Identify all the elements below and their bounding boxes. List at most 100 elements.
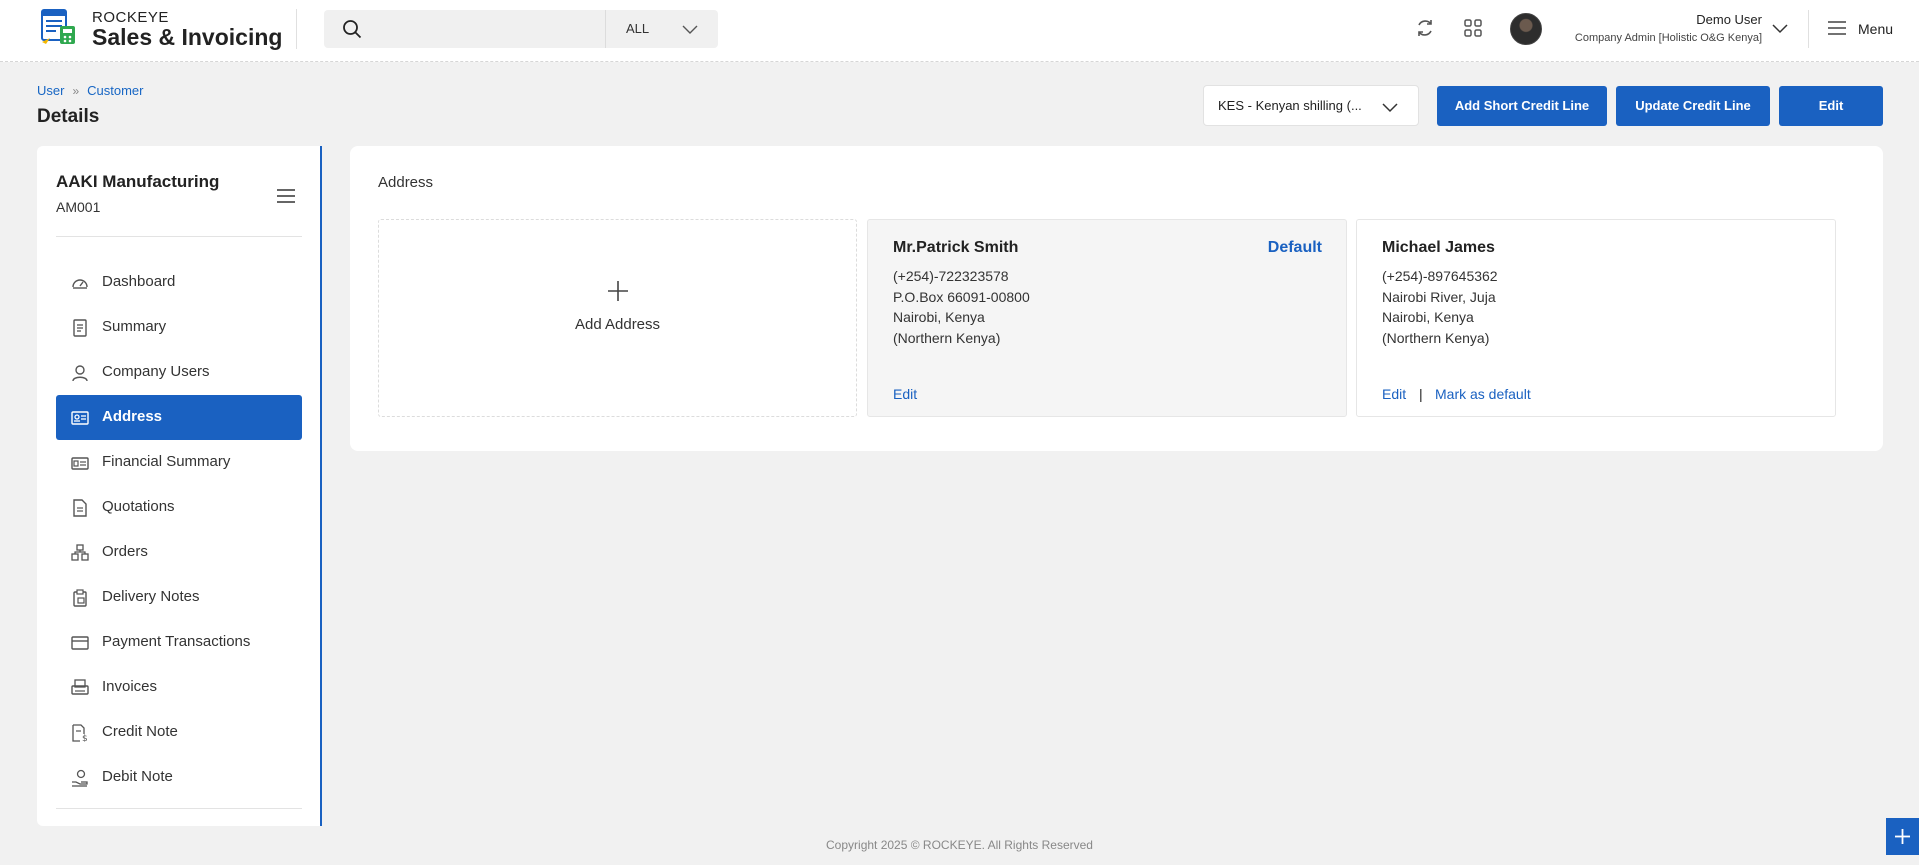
user-icon bbox=[72, 365, 88, 382]
hamburger-icon bbox=[1828, 21, 1846, 35]
hamburger-icon[interactable] bbox=[277, 188, 295, 204]
user-role: Company Admin [Holistic O&G Kenya] bbox=[1574, 32, 1762, 44]
brand: ROCKEYE Sales & Invoicing bbox=[92, 9, 282, 51]
sidebar-item-dashboard[interactable]: Dashboard bbox=[56, 260, 302, 305]
plus-icon bbox=[1895, 829, 1910, 844]
customer-code: AM001 bbox=[56, 199, 101, 215]
sidebar-item-debit-note[interactable]: Debit Note bbox=[56, 755, 302, 800]
address-phone: (+254)-897645362 bbox=[1382, 268, 1498, 284]
add-short-credit-line-button[interactable]: Add Short Credit Line bbox=[1437, 86, 1607, 126]
default-badge: Default bbox=[1267, 239, 1322, 256]
financial-icon bbox=[71, 457, 89, 470]
top-header: ROCKEYE Sales & Invoicing ALL Demo User … bbox=[0, 0, 1919, 62]
address-line: P.O.Box 66091-00800 bbox=[893, 289, 1030, 305]
breadcrumb-customer[interactable]: Customer bbox=[87, 83, 143, 98]
edit-address-link[interactable]: Edit bbox=[893, 386, 917, 402]
mark-as-default-link[interactable]: Mark as default bbox=[1435, 386, 1531, 402]
sidebar-item-label: Financial Summary bbox=[102, 453, 231, 470]
footer-copyright: Copyright 2025 © ROCKEYE. All Rights Res… bbox=[826, 838, 1093, 852]
address-card: Michael James (+254)-897645362 Nairobi R… bbox=[1356, 219, 1836, 417]
header-divider bbox=[1808, 10, 1809, 48]
sidebar-item-label: Summary bbox=[102, 318, 167, 335]
sidebar-item-address[interactable]: Address bbox=[56, 395, 302, 440]
invoice-icon bbox=[71, 679, 89, 695]
plus-icon bbox=[608, 281, 628, 301]
address-region: (Northern Kenya) bbox=[893, 330, 1001, 346]
sidebar-divider bbox=[56, 236, 302, 237]
address-region: (Northern Kenya) bbox=[1382, 330, 1490, 346]
sidebar-item-label: Payment Transactions bbox=[102, 633, 251, 650]
update-credit-line-button[interactable]: Update Credit Line bbox=[1616, 86, 1770, 126]
chevron-down-icon[interactable] bbox=[1772, 21, 1788, 35]
svg-text:$: $ bbox=[82, 734, 88, 742]
sidebar-item-financial-summary[interactable]: Financial Summary bbox=[56, 440, 302, 485]
refresh-icon[interactable] bbox=[1414, 17, 1436, 39]
section-title: Address bbox=[378, 174, 434, 191]
sidebar-nav: Dashboard Summary Company Users Address … bbox=[56, 260, 302, 800]
address-panel: Address Add Address Mr.Patrick Smith Def… bbox=[350, 146, 1883, 451]
sidebar-item-summary[interactable]: Summary bbox=[56, 305, 302, 350]
address-contact-name: Mr.Patrick Smith bbox=[893, 239, 1019, 256]
credit-note-icon: $ bbox=[72, 724, 88, 742]
quotation-icon bbox=[73, 499, 87, 517]
link-separator: | bbox=[1419, 386, 1423, 402]
sidebar-item-invoices[interactable]: Invoices bbox=[56, 665, 302, 710]
sidebar-divider bbox=[56, 808, 302, 809]
sidebar-item-label: Address bbox=[102, 408, 163, 425]
search-icon[interactable] bbox=[342, 19, 362, 39]
address-card: Mr.Patrick Smith Default (+254)-72232357… bbox=[867, 219, 1347, 417]
global-search: ALL bbox=[324, 10, 718, 48]
sidebar-item-label: Invoices bbox=[102, 678, 158, 695]
card-icon bbox=[71, 636, 89, 650]
floating-add-button[interactable] bbox=[1886, 818, 1919, 855]
customer-sidebar: AAKI Manufacturing AM001 Dashboard Summa… bbox=[37, 146, 322, 826]
customer-name: AAKI Manufacturing bbox=[56, 172, 220, 191]
address-phone: (+254)-722323578 bbox=[893, 268, 1009, 284]
sidebar-item-label: Delivery Notes bbox=[102, 588, 200, 605]
sidebar-item-company-users[interactable]: Company Users bbox=[56, 350, 302, 395]
add-address-card[interactable]: Add Address bbox=[378, 219, 857, 417]
sidebar-item-credit-note[interactable]: $ Credit Note bbox=[56, 710, 302, 755]
header-divider bbox=[296, 9, 297, 49]
chevron-right-icon: » bbox=[72, 84, 80, 98]
sidebar-item-delivery-notes[interactable]: Delivery Notes bbox=[56, 575, 302, 620]
debit-note-icon bbox=[72, 769, 88, 787]
sidebar-item-label: Credit Note bbox=[102, 723, 178, 740]
address-city: Nairobi, Kenya bbox=[893, 309, 985, 325]
currency-value: KES - Kenyan shilling (... bbox=[1218, 98, 1362, 113]
user-avatar[interactable] bbox=[1510, 13, 1542, 45]
breadcrumb: User » Customer bbox=[37, 83, 144, 98]
apps-grid-icon[interactable] bbox=[1462, 17, 1484, 39]
edit-button[interactable]: Edit bbox=[1779, 86, 1883, 126]
orders-icon bbox=[71, 544, 89, 561]
sidebar-item-orders[interactable]: Orders bbox=[56, 530, 302, 575]
address-city: Nairobi, Kenya bbox=[1382, 309, 1474, 325]
edit-address-link[interactable]: Edit bbox=[1382, 386, 1406, 402]
sidebar-item-quotations[interactable]: Quotations bbox=[56, 485, 302, 530]
page-title: Details bbox=[37, 106, 100, 127]
search-input[interactable] bbox=[374, 10, 604, 48]
sidebar-item-label: Company Users bbox=[102, 363, 210, 380]
address-contact-name: Michael James bbox=[1382, 239, 1495, 256]
menu-label: Menu bbox=[1858, 21, 1894, 37]
address-card-icon bbox=[71, 411, 89, 425]
sidebar-item-payment-transactions[interactable]: Payment Transactions bbox=[56, 620, 302, 665]
brand-title: Sales & Invoicing bbox=[92, 24, 283, 50]
delivery-icon bbox=[73, 589, 87, 607]
sidebar-item-label: Orders bbox=[102, 543, 148, 560]
chevron-down-icon bbox=[682, 25, 698, 34]
chevron-down-icon bbox=[1382, 103, 1398, 113]
currency-select[interactable]: KES - Kenyan shilling (... bbox=[1203, 85, 1419, 126]
app-logo-icon[interactable] bbox=[40, 8, 78, 46]
sidebar-item-label: Dashboard bbox=[102, 273, 176, 290]
address-line: Nairobi River, Juja bbox=[1382, 289, 1496, 305]
breadcrumb-user[interactable]: User bbox=[37, 83, 64, 98]
dashboard-icon bbox=[72, 279, 88, 289]
user-name[interactable]: Demo User bbox=[1560, 12, 1762, 27]
sidebar-item-label: Quotations bbox=[102, 498, 175, 515]
search-scope-select[interactable]: ALL bbox=[606, 10, 718, 48]
add-address-label: Add Address bbox=[574, 316, 661, 333]
sidebar-item-label: Debit Note bbox=[102, 768, 173, 785]
summary-icon bbox=[73, 319, 87, 337]
search-scope-value: ALL bbox=[626, 21, 650, 36]
